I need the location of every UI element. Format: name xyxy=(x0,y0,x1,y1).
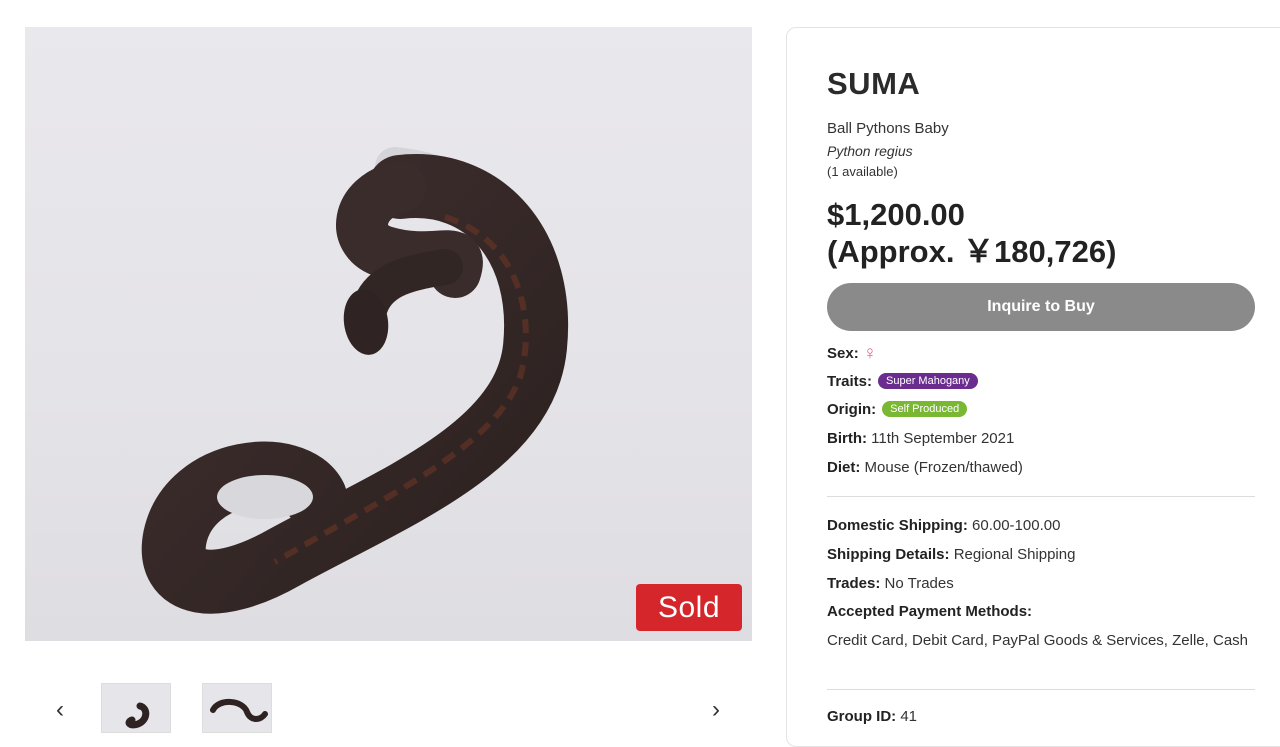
female-icon: ♀ xyxy=(862,343,877,364)
species-name: Python regius xyxy=(827,143,913,159)
group-id-value: 41 xyxy=(900,708,918,725)
trades-row: Trades: No Trades xyxy=(827,575,954,592)
group-id-label: Group ID: xyxy=(827,708,897,725)
chevron-left-icon[interactable]: ‹ xyxy=(50,698,70,722)
origin-row: Origin: Self Produced xyxy=(827,401,968,418)
price: $1,200.00 xyxy=(827,197,965,232)
thumbnail-2[interactable] xyxy=(202,683,272,733)
inquire-to-buy-button[interactable]: Inquire to Buy xyxy=(827,283,1255,331)
domestic-shipping-row: Domestic Shipping: 60.00-100.00 xyxy=(827,517,1060,534)
shipping-details-row: Shipping Details: Regional Shipping xyxy=(827,546,1075,563)
trades-value: No Trades xyxy=(884,575,954,592)
listing-category: Ball Pythons Baby xyxy=(827,120,949,137)
diet-row: Diet: Mouse (Frozen/thawed) xyxy=(827,459,1023,476)
payment-label: Accepted Payment Methods: xyxy=(827,603,1033,620)
birth-date: 11th September 2021 xyxy=(871,430,1015,447)
domestic-shipping-label: Domestic Shipping: xyxy=(827,517,968,534)
birth-row: Birth: 11th September 2021 xyxy=(827,430,1014,447)
diet-value: Mouse (Frozen/thawed) xyxy=(864,459,1023,476)
shipping-details-value: Regional Shipping xyxy=(953,546,1076,563)
origin-badge[interactable]: Self Produced xyxy=(882,401,968,417)
payment-methods: Credit Card, Debit Card, PayPal Goods & … xyxy=(827,632,1249,649)
shipping-details-label: Shipping Details: xyxy=(827,546,950,563)
sold-badge: Sold xyxy=(636,584,742,631)
birth-label: Birth: xyxy=(827,430,867,447)
price-block: $1,200.00 (Approx. ￥180,726) xyxy=(827,196,1116,270)
availability-count: (1 available) xyxy=(827,164,898,179)
divider xyxy=(827,689,1255,690)
thumbnail-1[interactable] xyxy=(101,683,171,733)
snake-image xyxy=(141,147,569,614)
chevron-right-icon[interactable]: › xyxy=(706,698,726,722)
price-approx: (Approx. ￥180,726) xyxy=(827,234,1117,269)
snake-thumbnail-icon xyxy=(210,699,268,722)
traits-label: Traits: xyxy=(827,373,873,390)
thumbnail-strip: ‹ › xyxy=(0,650,760,733)
traits-row: Traits: Super Mahogany xyxy=(827,373,978,390)
trait-badge[interactable]: Super Mahogany xyxy=(878,373,978,389)
group-id-row: Group ID: 41 xyxy=(827,708,917,725)
listing-title: SUMA xyxy=(827,66,921,101)
origin-label: Origin: xyxy=(827,401,877,418)
trades-label: Trades: xyxy=(827,575,881,592)
divider xyxy=(827,496,1255,497)
domestic-shipping-value: 60.00-100.00 xyxy=(972,517,1061,534)
main-product-photo[interactable]: Sold xyxy=(25,27,752,641)
snake-thumbnail-icon xyxy=(125,702,150,729)
sex-label: Sex: xyxy=(827,345,859,362)
sex-row: Sex: ♀ xyxy=(827,343,877,365)
diet-label: Diet: xyxy=(827,459,861,476)
payment-label-row: Accepted Payment Methods: xyxy=(827,603,1032,620)
